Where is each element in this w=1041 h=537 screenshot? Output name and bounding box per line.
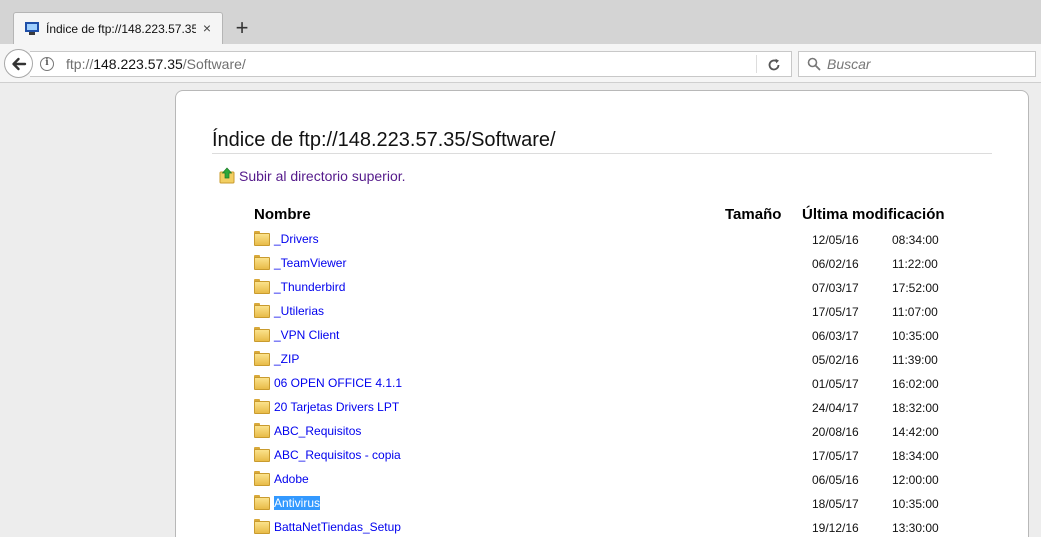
tab-title: Índice de ftp://148.223.57.35/ [46, 21, 196, 36]
modified-time: 08:34:00 [892, 233, 939, 247]
new-tab-button[interactable]: + [232, 17, 252, 39]
folder-icon [254, 399, 270, 414]
modified-time: 12:00:00 [892, 473, 939, 487]
folder-link[interactable]: _VPN Client [274, 328, 339, 342]
folder-link[interactable]: Adobe [274, 472, 309, 486]
modified-date: 17/05/17 [812, 449, 859, 463]
search-bar[interactable] [798, 51, 1036, 77]
modified-date: 19/12/16 [812, 521, 859, 535]
modified-date: 18/05/17 [812, 497, 859, 511]
tab-strip: Índice de ftp://148.223.57.35/ × + [0, 0, 1041, 44]
folder-icon [254, 495, 270, 510]
url-separator [756, 55, 757, 73]
browser-tab[interactable]: Índice de ftp://148.223.57.35/ × [13, 12, 223, 44]
folder-icon [254, 423, 270, 438]
url-path: /Software/ [182, 56, 246, 72]
folder-icon [254, 303, 270, 318]
modified-time: 11:39:00 [892, 353, 938, 367]
folder-link[interactable]: BattaNetTiendas_Setup [274, 520, 401, 534]
modified-date: 06/03/17 [812, 329, 859, 343]
back-button[interactable] [4, 49, 33, 78]
reload-icon[interactable] [765, 56, 783, 74]
modified-date: 20/08/16 [812, 425, 859, 439]
modified-date: 12/05/16 [812, 233, 859, 247]
info-icon[interactable]: i [40, 57, 54, 71]
folder-link[interactable]: 06 OPEN OFFICE 4.1.1 [274, 376, 402, 390]
column-header-modified[interactable]: Última modificación [802, 206, 945, 223]
table-row: _VPN Client 06/03/17 10:35:00 [254, 325, 1014, 349]
file-list: _Drivers 12/05/16 08:34:00 _TeamViewer 06/02… [254, 229, 1014, 537]
table-row: ABC_Requisitos - copia 17/05/17 18:34:00 [254, 445, 1014, 469]
folder-icon [254, 519, 270, 534]
table-row: 06 OPEN OFFICE 4.1.1 01/05/17 16:02:00 [254, 373, 1014, 397]
url-prefix: ftp:// [66, 56, 94, 72]
back-arrow-icon [11, 57, 26, 70]
folder-icon [254, 327, 270, 342]
folder-icon [254, 375, 270, 390]
modified-time: 11:22:00 [892, 257, 938, 271]
table-row: Adobe 06/05/16 12:00:00 [254, 469, 1014, 493]
folder-icon [254, 279, 270, 294]
modified-time: 16:02:00 [892, 377, 939, 391]
parent-directory-link-row: Subir al directorio superior. [219, 167, 406, 184]
folder-link[interactable]: ABC_Requisitos [274, 424, 361, 438]
folder-link[interactable]: _TeamViewer [274, 256, 346, 270]
modified-time: 14:42:00 [892, 425, 939, 439]
modified-time: 10:35:00 [892, 497, 939, 511]
folder-link[interactable]: _Drivers [274, 232, 319, 246]
table-row: BattaNetTiendas_Setup 19/12/16 13:30:00 [254, 517, 1014, 537]
folder-icon [254, 255, 270, 270]
column-header-name[interactable]: Nombre [254, 206, 311, 223]
modified-time: 11:07:00 [892, 305, 938, 319]
folder-icon [254, 351, 270, 366]
search-input[interactable] [827, 56, 1027, 72]
folder-link[interactable]: ABC_Requisitos - copia [274, 448, 401, 462]
modified-time: 10:35:00 [892, 329, 939, 343]
page-title: Índice de ftp://148.223.57.35/Software/ [212, 129, 556, 151]
folder-icon [254, 231, 270, 246]
table-row: ABC_Requisitos 20/08/16 14:42:00 [254, 421, 1014, 445]
modified-date: 07/03/17 [812, 281, 859, 295]
modified-date: 24/04/17 [812, 401, 859, 415]
modified-date: 17/05/17 [812, 305, 859, 319]
modified-date: 05/02/16 [812, 353, 859, 367]
close-tab-icon[interactable]: × [200, 21, 214, 35]
parent-directory-link[interactable]: Subir al directorio superior. [239, 168, 406, 184]
folder-link[interactable]: 20 Tarjetas Drivers LPT [274, 400, 399, 414]
table-row: _Utilerias 17/05/17 11:07:00 [254, 301, 1014, 325]
folder-link[interactable]: _Utilerias [274, 304, 324, 318]
folder-link[interactable]: _Thunderbird [274, 280, 345, 294]
directory-listing-page: Índice de ftp://148.223.57.35/Software/ … [175, 90, 1029, 537]
table-row: Antivirus 18/05/17 10:35:00 [254, 493, 1014, 517]
modified-time: 18:32:00 [892, 401, 939, 415]
modified-time: 13:30:00 [892, 521, 939, 535]
table-row: 20 Tarjetas Drivers LPT 24/04/17 18:32:00 [254, 397, 1014, 421]
folder-link[interactable]: _ZIP [274, 352, 299, 366]
folder-link[interactable]: Antivirus [274, 496, 321, 510]
table-row: _Thunderbird 07/03/17 17:52:00 [254, 277, 1014, 301]
up-folder-icon [219, 167, 235, 184]
heading-divider [212, 153, 992, 154]
modified-date: 06/02/16 [812, 257, 859, 271]
folder-icon [254, 447, 270, 462]
table-row: _TeamViewer 06/02/16 11:22:00 [254, 253, 1014, 277]
url-bar[interactable]: i ftp://148.223.57.35/Software/ [30, 51, 792, 77]
monitor-icon [24, 21, 40, 36]
modified-time: 18:34:00 [892, 449, 939, 463]
folder-icon [254, 471, 270, 486]
url-text: ftp://148.223.57.35/Software/ [66, 56, 246, 72]
table-row: _ZIP 05/02/16 11:39:00 [254, 349, 1014, 373]
url-host: 148.223.57.35 [93, 56, 183, 72]
modified-date: 06/05/16 [812, 473, 859, 487]
modified-time: 17:52:00 [892, 281, 939, 295]
table-row: _Drivers 12/05/16 08:34:00 [254, 229, 1014, 253]
column-header-size[interactable]: Tamaño [725, 206, 781, 223]
navigation-bar: i ftp://148.223.57.35/Software/ [0, 44, 1041, 83]
modified-date: 01/05/17 [812, 377, 859, 391]
search-icon [807, 57, 821, 71]
